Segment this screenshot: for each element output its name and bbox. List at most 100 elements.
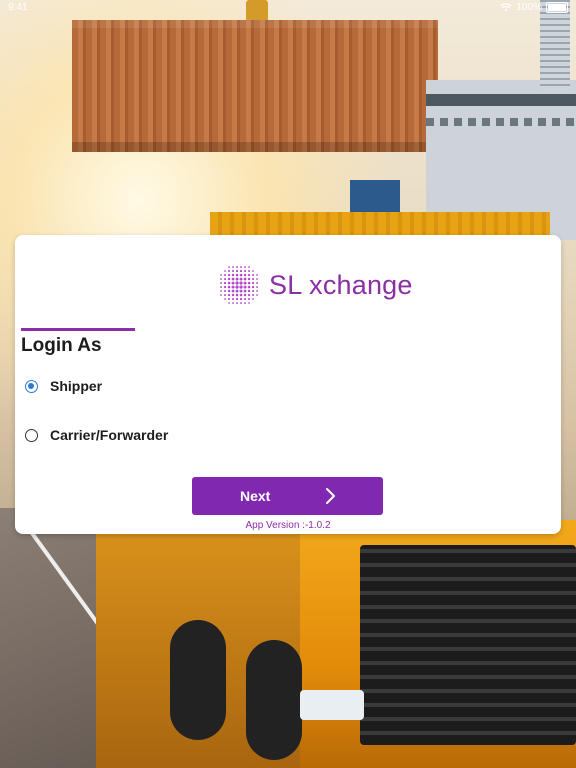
logo-dot [243,269,247,273]
logo-dot [228,302,230,304]
status-bar: 9:41 100% [0,0,576,16]
hanging-container [72,20,438,152]
next-button[interactable]: Next [192,477,383,515]
truck-headlight [300,690,364,720]
logo-dot [228,266,230,268]
logo-dot [256,286,258,288]
heading-underline [21,328,135,331]
logo-dot [227,281,231,285]
truck-grille [360,545,576,745]
logo-dot [252,274,254,276]
logo-dot [231,273,235,277]
logo-dot [239,289,243,293]
option-carrier-forwarder[interactable]: Carrier/Forwarder [25,427,168,443]
logo-dot [239,293,243,297]
login-heading: Login As [21,335,102,356]
logo-dot [224,274,226,276]
logo-dot [235,273,239,277]
logo-dot [228,298,230,300]
logo-dot [243,273,247,277]
ship-band [426,94,576,106]
logo-dot [244,266,246,268]
logo-dot [247,285,251,289]
logo-dot [251,281,255,285]
app-version: App Version :-1.0.2 [245,520,331,531]
logo-dot [248,298,250,300]
logo-dot [223,281,227,285]
status-right: 100% [500,2,568,13]
logo-dot [236,302,238,304]
logo-dot [231,289,235,293]
logo-dot [224,270,226,272]
logo-dot [231,293,235,297]
logo-dot [256,278,258,280]
logo-dot [235,277,239,281]
logo-dot [251,277,255,281]
logo-dot [235,293,239,297]
next-button-label: Next [240,488,271,504]
logo-dot [243,293,247,297]
logo-dot [243,289,247,293]
logo-dot [243,277,247,281]
logo-dot [231,297,235,301]
logo-dot [247,273,251,277]
login-card: SL xchange Login As Shipper Carrier/Forw… [15,235,561,534]
logo-dot [235,297,239,301]
globe-dots-icon [220,266,258,304]
logo-dot [236,266,238,268]
option-shipper[interactable]: Shipper [25,378,102,394]
logo-dot [227,293,231,297]
logo-dot [235,285,239,289]
truck-wheel [246,640,302,760]
logo-dot [243,285,247,289]
logo-dot [228,270,230,272]
wifi-icon [500,3,513,12]
logo-dot [231,281,235,285]
logo-dot [252,270,254,272]
logo-dot [243,297,247,301]
logo-dot [252,298,254,300]
logo-dot [232,302,234,304]
chevron-right-icon [326,488,335,504]
logo-dot [256,274,258,276]
logo-dot [239,281,243,285]
logo-dot [251,289,255,293]
logo-dot [235,269,239,273]
battery-percent: 100% [516,2,542,13]
logo-dot [220,274,222,276]
logo-dot [256,290,258,292]
status-time: 9:41 [8,2,28,13]
logo-dot [235,289,239,293]
logo-dot [224,294,226,296]
logo-dot [239,285,243,289]
logo-dot [256,282,258,284]
logo-dot [224,298,226,300]
logo-dot [248,270,250,272]
logo-dot [220,294,222,296]
brand-name: SL xchange [269,269,413,300]
brand-logo: SL xchange [215,257,413,313]
radio-shipper[interactable] [25,379,38,393]
option-carrier-label: Carrier/Forwarder [50,427,169,443]
logo-dot [239,297,243,301]
logo-dot [256,294,258,296]
logo-dot [240,266,242,268]
logo-dot [251,285,255,289]
logo-dot [247,281,251,285]
logo-dot [239,273,243,277]
radio-carrier-forwarder[interactable] [25,428,38,442]
logo-dot [231,269,235,273]
logo-dot [248,266,250,268]
logo-dot [223,285,227,289]
logo-dot [247,289,251,293]
battery-icon [546,2,568,13]
logo-dot [240,302,242,304]
logo-dot [247,277,251,281]
logo-dot [227,289,231,293]
truck-wheel [170,620,226,740]
logo-dot [247,293,251,297]
logo-dot [235,281,239,285]
logo-dot [220,282,222,284]
logo-dot [248,302,250,304]
logo-dot [223,289,227,293]
